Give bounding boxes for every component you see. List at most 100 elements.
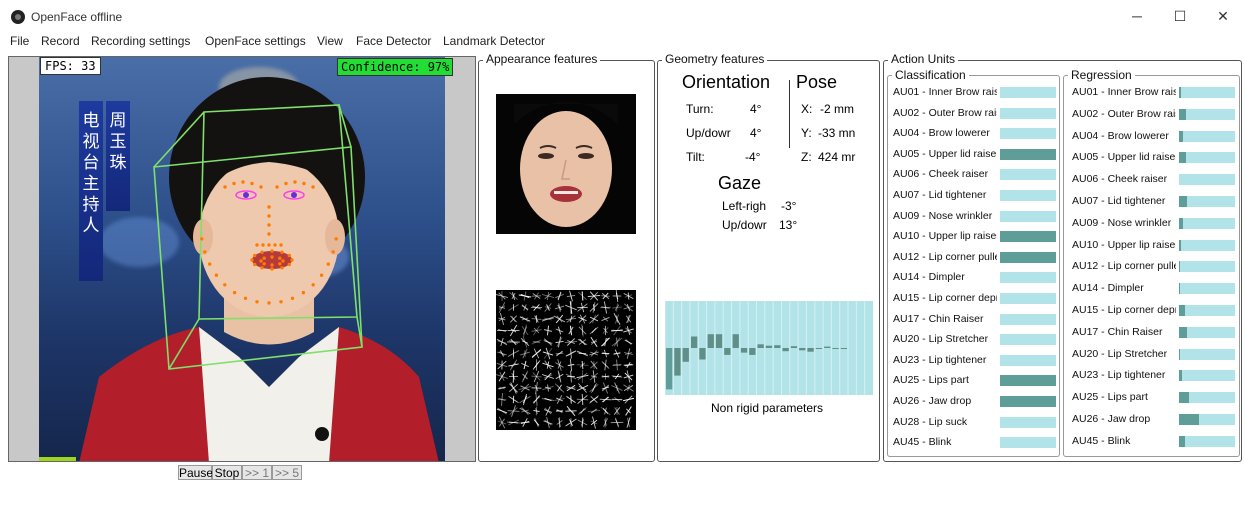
au-bar-fill — [1179, 414, 1199, 425]
nonrigid-bar — [724, 348, 731, 355]
au-bar — [1179, 174, 1235, 186]
nonrigid-bar — [715, 334, 723, 348]
menu-view[interactable]: View — [317, 34, 343, 48]
au-label: AU25 - Lips part — [1072, 391, 1148, 404]
menu-bar: File Record Recording settings OpenFace … — [0, 33, 1245, 53]
hog-cells — [496, 290, 635, 429]
orientation-pose-divider — [789, 80, 790, 148]
au-label: AU23 - Lip tightener — [893, 353, 987, 366]
au-bar-fill — [1179, 87, 1181, 98]
au-bar — [1000, 231, 1056, 243]
au-bar — [1179, 130, 1235, 142]
nonrigid-bar — [815, 348, 823, 349]
skip-5-button[interactable]: >> 5 — [272, 465, 302, 480]
au-label: AU05 - Upper lid raiser — [1072, 151, 1176, 164]
au-bar — [1000, 87, 1056, 98]
au-bar-fill — [1179, 283, 1180, 295]
nonrigid-bar — [757, 344, 764, 348]
au-bar — [1179, 283, 1235, 295]
action-units-title: Action Units — [888, 52, 959, 66]
gaze-ud-label: Up/dowr — [722, 218, 767, 232]
au-label: AU26 - Jaw drop — [893, 395, 972, 407]
orientation-header: Orientation — [682, 72, 771, 92]
nonrigid-bar — [732, 334, 739, 348]
nonrigid-bar — [699, 348, 706, 360]
au-bar — [1179, 305, 1235, 316]
maximize-button[interactable]: ☐ — [1157, 0, 1203, 33]
au-label: AU01 - Inner Brow raise — [1072, 86, 1176, 98]
au-bar — [1000, 354, 1056, 366]
au-bar — [1179, 239, 1235, 251]
au-bar-fill — [1179, 130, 1183, 142]
menu-record[interactable]: Record — [41, 34, 80, 48]
menu-file[interactable]: File — [10, 34, 29, 48]
confidence-label: Confidence: 97% — [337, 58, 454, 76]
pose-x-label: X: — [801, 102, 813, 116]
pause-button[interactable]: Pause — [178, 465, 213, 480]
turn-value: 4° — [750, 102, 762, 116]
au-label: AU05 - Upper lid raiser — [893, 147, 997, 160]
au-label: AU23 - Lip tightener — [1072, 369, 1166, 382]
geometry-features-title: Geometry features — [662, 52, 768, 66]
au-bar — [1000, 190, 1056, 201]
minimize-button[interactable]: ─ — [1114, 0, 1160, 33]
au-label: AU45 - Blink — [1072, 434, 1131, 447]
au-label: AU17 - Chin Raiser — [893, 312, 984, 325]
au-bar-fill — [1179, 217, 1183, 229]
au-bar-fill — [1179, 435, 1185, 447]
au-bar — [1179, 87, 1235, 98]
aligned-face-image — [496, 94, 636, 234]
gaze-header: Gaze — [718, 173, 762, 193]
nonrigid-bar — [749, 348, 756, 355]
au-label: AU45 - Blink — [893, 436, 952, 449]
au-bar — [1000, 128, 1056, 140]
au-label: AU12 - Lip corner pulle — [1072, 260, 1176, 273]
menu-openface-settings[interactable]: OpenFace settings — [205, 34, 306, 48]
au-label: AU02 - Outer Brow raise — [1072, 107, 1176, 120]
menu-landmark-detector[interactable]: Landmark Detector — [443, 34, 545, 48]
au-label: AU14 - Dimpler — [893, 271, 965, 284]
appearance-features-title: Appearance features — [483, 52, 601, 66]
nonrigid-parameters-label: Non rigid parameters — [711, 401, 824, 415]
nonrigid-bar — [765, 345, 773, 348]
au-bar — [1179, 196, 1235, 207]
nonrigid-bar — [807, 348, 814, 352]
au-bar — [1179, 217, 1235, 229]
pose-z-label: Z: — [801, 150, 812, 164]
au-bar — [1179, 108, 1235, 120]
pose-y-value: -33 mn — [818, 126, 856, 140]
au-bar-fill — [1179, 392, 1189, 404]
video-panel: 电视台主持人 周玉珠 FPS: 33 Confidence: 97% — [8, 56, 476, 462]
au-bar — [1000, 375, 1056, 387]
close-button[interactable]: ✕ — [1200, 0, 1245, 33]
au-label: AU07 - Lid tightener — [893, 189, 987, 201]
au-bar — [1000, 107, 1056, 119]
window-title: OpenFace offline — [31, 10, 123, 24]
au-label: AU04 - Brow lowerer — [1072, 129, 1169, 142]
au-bar — [1000, 272, 1056, 284]
au-label: AU09 - Nose wrinkler — [1072, 216, 1172, 229]
au-bar-fill — [1179, 261, 1180, 273]
video-progress-indicator — [39, 457, 76, 461]
turn-label: Turn: — [686, 102, 714, 116]
menu-recording-settings[interactable]: Recording settings — [91, 34, 190, 48]
au-bar-fill — [1179, 196, 1187, 207]
regression-title: Regression — [1068, 68, 1135, 82]
au-bar — [1000, 169, 1056, 181]
au-bar — [1179, 435, 1235, 447]
hog-features-image — [496, 290, 636, 430]
pose-y-label: Y: — [801, 126, 812, 140]
au-label: AU04 - Brow lowerer — [893, 127, 990, 140]
au-bar-fill — [1000, 231, 1056, 243]
menu-face-detector[interactable]: Face Detector — [356, 34, 431, 48]
au-bar — [1179, 348, 1235, 360]
stop-button[interactable]: Stop — [212, 465, 242, 480]
skip-1-button[interactable]: >> 1 — [242, 465, 272, 480]
nonrigid-bar — [790, 346, 798, 348]
au-bar-fill — [1179, 152, 1186, 164]
au-label: AU15 - Lip corner depr — [1072, 304, 1176, 316]
au-bar — [1000, 293, 1056, 304]
facial-landmarks — [200, 180, 338, 305]
nonrigid-bar — [782, 348, 789, 352]
au-label: AU17 - Chin Raiser — [1072, 325, 1163, 338]
